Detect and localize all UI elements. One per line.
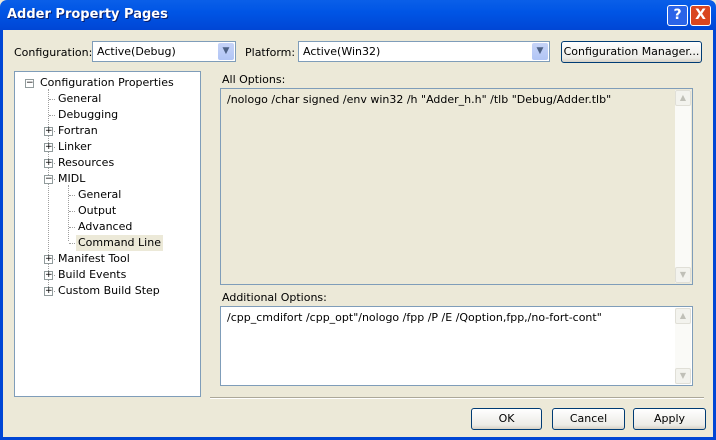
apply-button[interactable]: Apply bbox=[633, 408, 706, 430]
expand-icon[interactable]: + bbox=[44, 143, 53, 152]
tree-item[interactable]: Custom Build Step bbox=[58, 283, 160, 299]
tree-guide-line bbox=[69, 227, 75, 228]
chevron-down-icon[interactable]: ▼ bbox=[532, 43, 548, 60]
tree-guide-line bbox=[49, 99, 55, 100]
tree-item[interactable]: Fortran bbox=[58, 123, 98, 139]
additional-options-textbox[interactable]: /cpp_cmdifort /cpp_opt"/nologo /fpp /P /… bbox=[220, 306, 693, 386]
tree-guide-line bbox=[49, 115, 55, 116]
tree-item[interactable]: MIDL bbox=[58, 171, 85, 187]
platform-value: Active(Win32) bbox=[303, 45, 381, 58]
tree-item[interactable]: Output bbox=[78, 203, 116, 219]
tree-item[interactable]: Manifest Tool bbox=[58, 251, 130, 267]
tree-item[interactable]: Configuration Properties bbox=[40, 75, 174, 91]
configuration-select[interactable]: Active(Debug) ▼ bbox=[92, 41, 236, 62]
collapse-icon[interactable]: − bbox=[25, 79, 34, 88]
help-button[interactable]: ? bbox=[667, 5, 688, 26]
expand-icon[interactable]: + bbox=[44, 271, 53, 280]
tree-item[interactable]: General bbox=[78, 187, 121, 203]
configuration-manager-button[interactable]: Configuration Manager... bbox=[561, 41, 702, 63]
tree-item[interactable]: Build Events bbox=[58, 267, 126, 283]
configuration-value: Active(Debug) bbox=[97, 45, 176, 58]
additional-options-label: Additional Options: bbox=[222, 291, 327, 304]
ok-button[interactable]: OK bbox=[471, 408, 542, 430]
scroll-up-icon[interactable]: ▲ bbox=[675, 90, 691, 106]
tree-guide-line bbox=[69, 195, 75, 196]
tree-item[interactable]: Resources bbox=[58, 155, 114, 171]
expand-icon[interactable]: + bbox=[44, 255, 53, 264]
configuration-label: Configuration: bbox=[14, 46, 93, 59]
all-options-label: All Options: bbox=[222, 73, 286, 86]
scrollbar[interactable]: ▲ ▼ bbox=[675, 90, 691, 283]
tree-item[interactable]: Command Line bbox=[76, 235, 163, 251]
collapse-icon[interactable]: − bbox=[44, 175, 53, 184]
platform-select[interactable]: Active(Win32) ▼ bbox=[298, 41, 550, 62]
tree-item[interactable]: General bbox=[58, 91, 101, 107]
additional-options-value: /cpp_cmdifort /cpp_opt"/nologo /fpp /P /… bbox=[227, 311, 602, 324]
window-title: Adder Property Pages bbox=[7, 7, 168, 22]
tree-guide-line bbox=[69, 211, 75, 212]
all-options-value: /nologo /char signed /env win32 /h "Adde… bbox=[227, 93, 612, 106]
divider bbox=[210, 397, 704, 399]
cancel-button[interactable]: Cancel bbox=[552, 408, 625, 430]
property-tree[interactable]: − Configuration Properties General Debuggin… bbox=[14, 71, 201, 397]
tree-item[interactable]: Linker bbox=[58, 139, 91, 155]
platform-label: Platform: bbox=[245, 46, 296, 59]
expand-icon[interactable]: + bbox=[44, 127, 53, 136]
title-bar[interactable]: Adder Property Pages ? X bbox=[0, 0, 716, 30]
scroll-down-icon[interactable]: ▼ bbox=[675, 368, 691, 384]
tree-item[interactable]: Debugging bbox=[58, 107, 118, 123]
scroll-down-icon[interactable]: ▼ bbox=[675, 267, 691, 283]
tree-guide-line bbox=[68, 185, 69, 241]
tree-item[interactable]: Advanced bbox=[78, 219, 132, 235]
all-options-textbox[interactable]: /nologo /char signed /env win32 /h "Adde… bbox=[220, 88, 693, 285]
tree-guide-line bbox=[69, 243, 75, 244]
scroll-up-icon[interactable]: ▲ bbox=[675, 308, 691, 324]
expand-icon[interactable]: + bbox=[44, 287, 53, 296]
expand-icon[interactable]: + bbox=[44, 159, 53, 168]
close-button[interactable]: X bbox=[690, 5, 711, 26]
chevron-down-icon[interactable]: ▼ bbox=[218, 43, 234, 60]
scrollbar[interactable]: ▲ ▼ bbox=[675, 308, 691, 384]
